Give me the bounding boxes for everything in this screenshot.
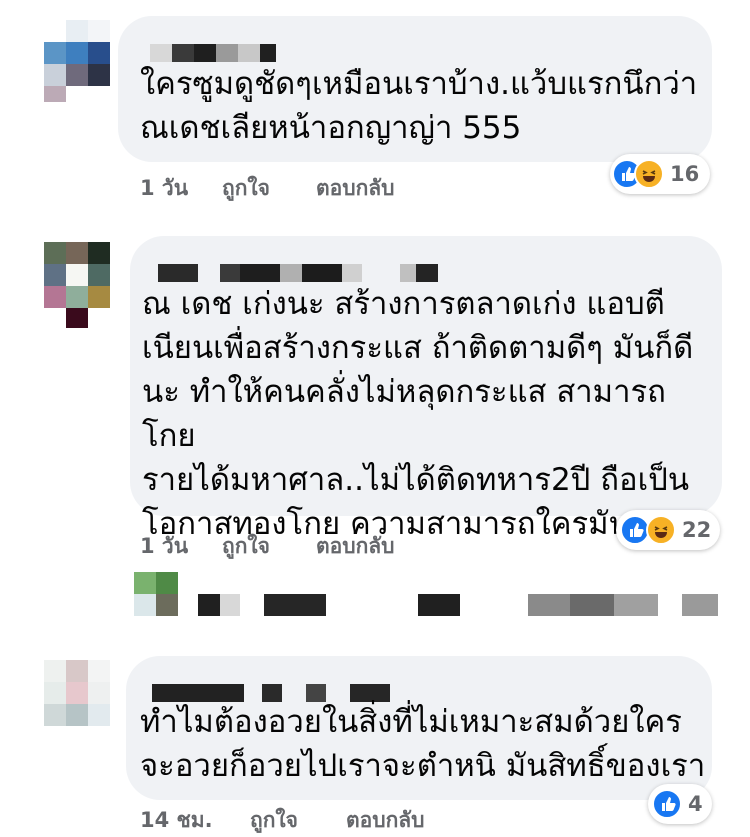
comment-actions: 14 ชม. ถูกใจ ตอบกลับ bbox=[140, 804, 460, 834]
avatar[interactable] bbox=[44, 20, 110, 86]
avatar[interactable] bbox=[44, 242, 110, 308]
comment-text: ณ เดช เก่งนะ สร้างการตลาดเก่ง แอบตี เนีย… bbox=[142, 286, 694, 542]
redacted-reply-row[interactable] bbox=[198, 594, 718, 616]
reaction-summary[interactable]: 22 bbox=[616, 510, 720, 550]
reply-link[interactable]: ตอบกลับ bbox=[316, 172, 395, 205]
like-link[interactable]: ถูกใจ bbox=[222, 172, 270, 205]
reaction-summary[interactable]: 4 bbox=[648, 784, 712, 824]
comment-actions: 1 วัน ถูกใจ ตอบกลับ bbox=[140, 530, 440, 560]
like-icon bbox=[652, 789, 682, 819]
reply-link[interactable]: ตอบกลับ bbox=[316, 530, 395, 563]
comment-time[interactable]: 1 วัน bbox=[140, 172, 188, 205]
like-link[interactable]: ถูกใจ bbox=[222, 530, 270, 563]
comment-time[interactable]: 14 ชม. bbox=[140, 804, 213, 837]
haha-icon bbox=[634, 159, 664, 189]
redacted-author-name[interactable] bbox=[150, 44, 276, 62]
comment-text: ใครซูมดูชัดๆเหมือนเราบ้าง.แว้บแรกนึกว่า … bbox=[140, 66, 698, 146]
like-link[interactable]: ถูกใจ bbox=[250, 804, 298, 837]
reaction-count: 16 bbox=[670, 162, 700, 186]
reply-link[interactable]: ตอบกลับ bbox=[346, 804, 425, 837]
reaction-summary[interactable]: 16 bbox=[610, 154, 710, 194]
haha-icon bbox=[646, 515, 676, 545]
comment-actions: 1 วัน ถูกใจ ตอบกลับ bbox=[140, 172, 440, 202]
comment-time[interactable]: 1 วัน bbox=[140, 530, 188, 563]
comment-text: ทำไมต้องอวยในสิ่งที่ไม่เหมาะสมด้วยใคร จะ… bbox=[140, 704, 706, 784]
redacted-author-name[interactable] bbox=[158, 264, 448, 282]
avatar[interactable] bbox=[44, 660, 110, 726]
reaction-count: 22 bbox=[682, 518, 712, 542]
reaction-count: 4 bbox=[688, 792, 703, 816]
avatar[interactable] bbox=[134, 572, 178, 616]
